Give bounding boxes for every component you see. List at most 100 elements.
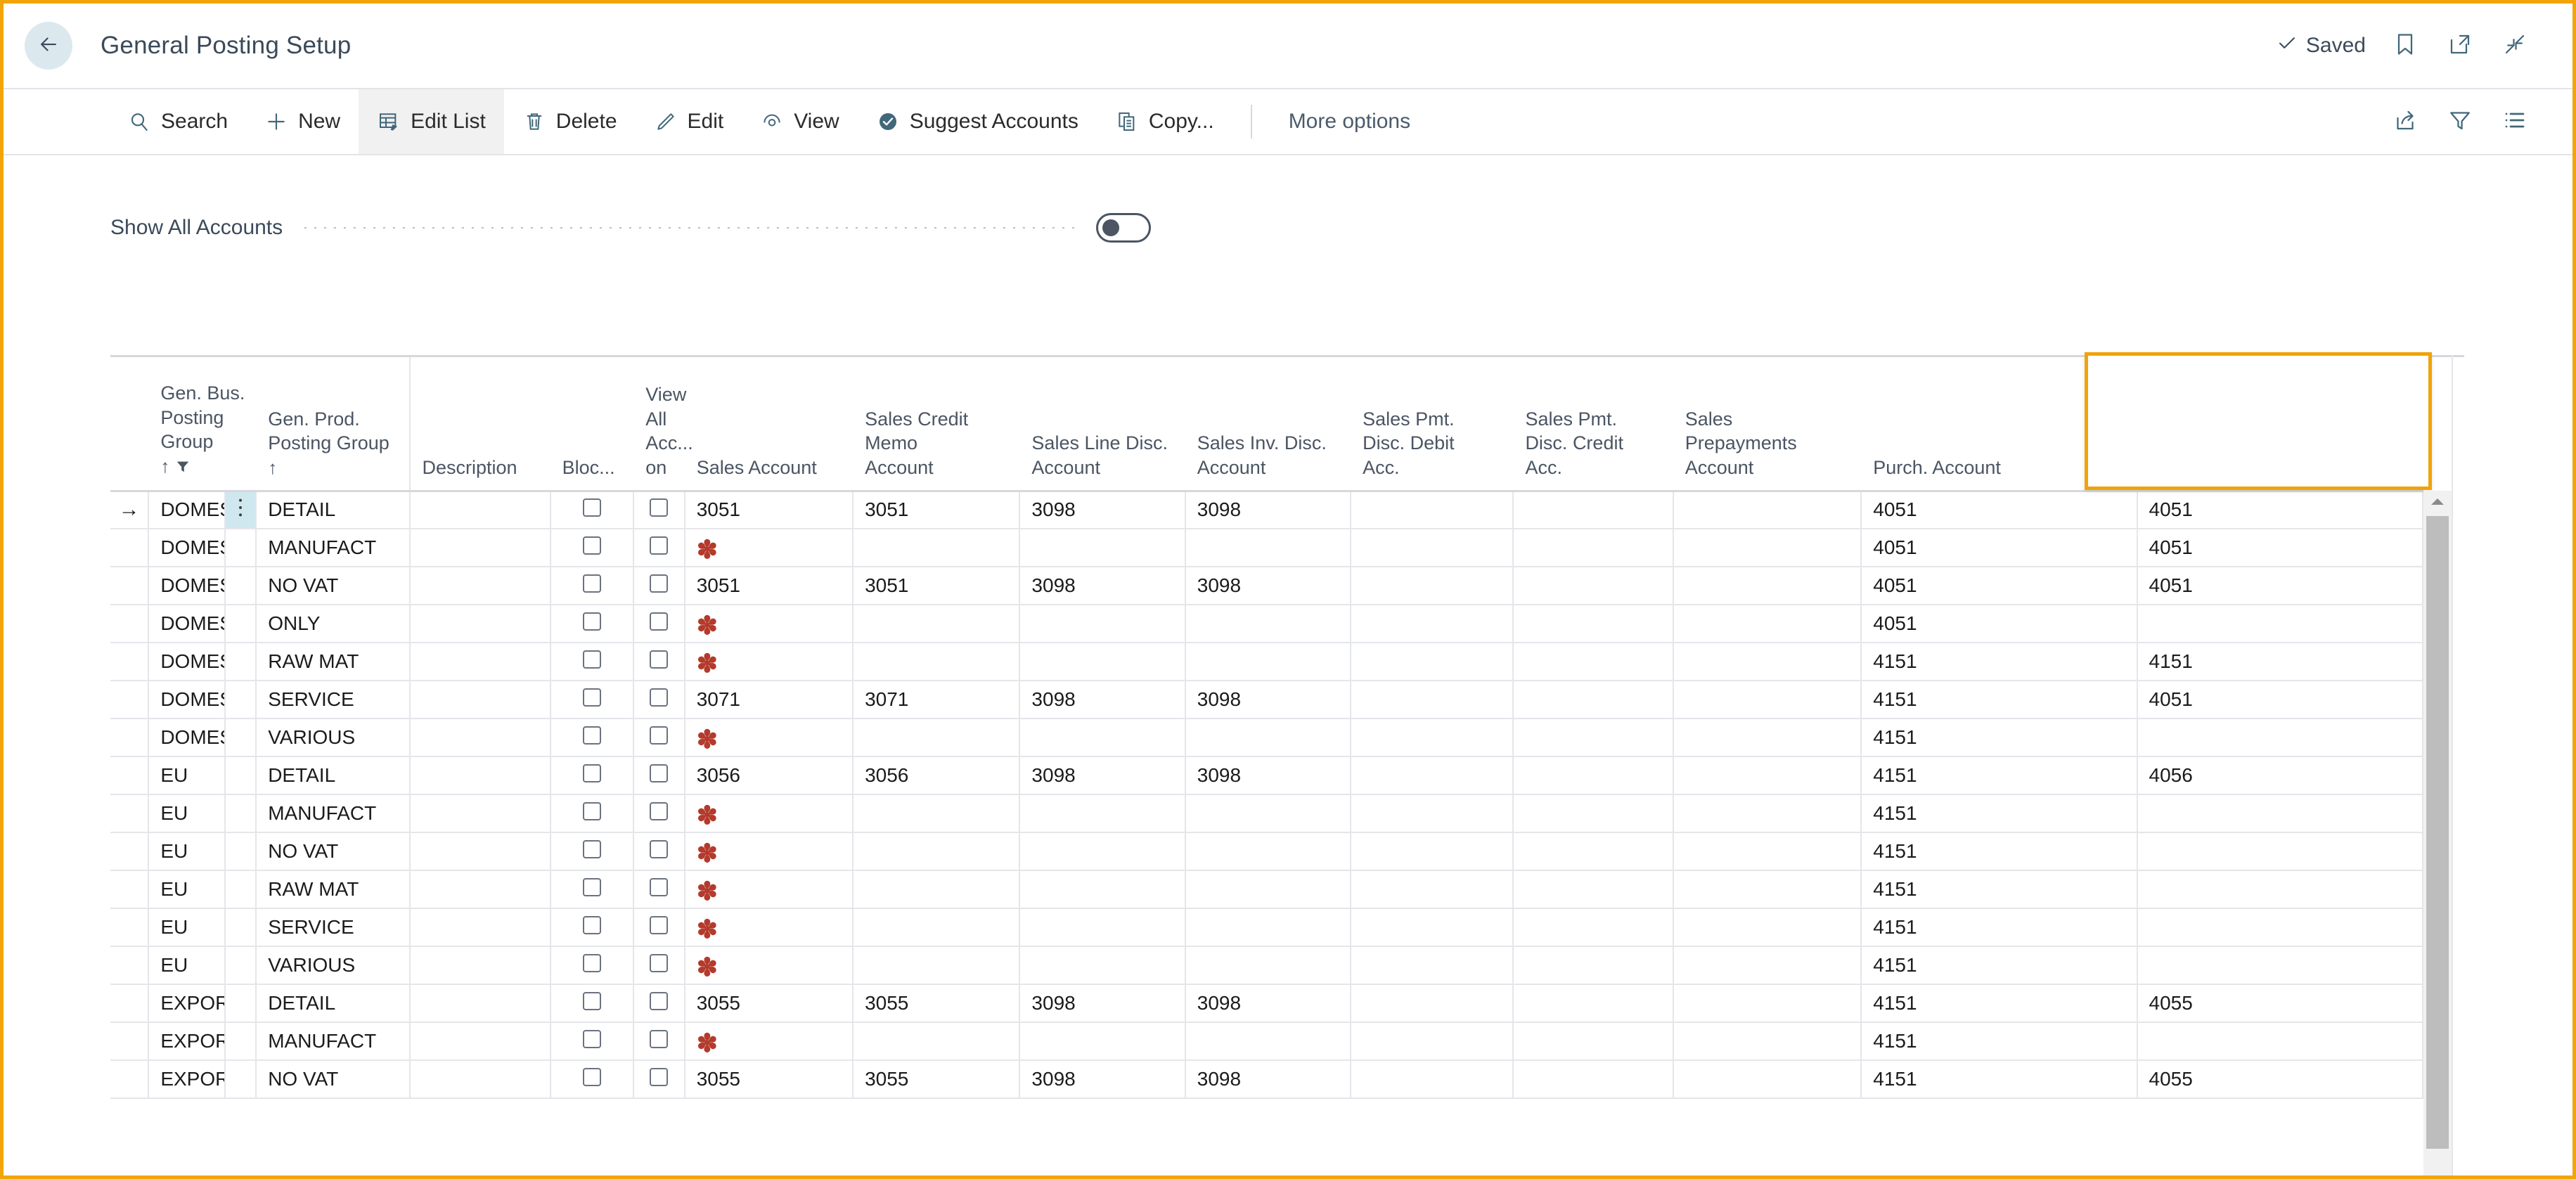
blocked-checkbox[interactable]: [582, 953, 601, 972]
cell-sales-line-disc-account[interactable]: [1019, 529, 1186, 567]
cell-view-all-accounts-on[interactable]: [633, 1022, 685, 1061]
cell-sales-pmt-disc-credit-acc[interactable]: [1513, 794, 1674, 833]
cell-sales-line-disc-account[interactable]: [1019, 946, 1186, 985]
cell-sales-inv-disc-account[interactable]: 3098: [1185, 491, 1352, 529]
cell-view-all-accounts-on[interactable]: [633, 832, 685, 871]
show-all-accounts-toggle[interactable]: [1096, 213, 1151, 243]
cell-sales-line-disc-account[interactable]: [1019, 1022, 1186, 1061]
cell-blocked[interactable]: [550, 946, 635, 985]
row-actions-cell[interactable]: [224, 1022, 257, 1061]
blocked-checkbox[interactable]: [582, 839, 601, 858]
cell-sales-pmt-disc-credit-acc[interactable]: [1513, 832, 1674, 871]
row-indicator-cell[interactable]: [110, 946, 150, 985]
cell-sales-inv-disc-account[interactable]: 3098: [1185, 984, 1352, 1023]
table-row[interactable]: →DOMESTICDETAIL305130513098309840514051: [110, 491, 2424, 529]
table-row[interactable]: EU MANUFACT ✽ 4151: [110, 794, 2424, 833]
cell-gen-bus-posting-group[interactable]: EXPORT: [148, 1060, 226, 1099]
row-indicator-cell[interactable]: [110, 908, 150, 947]
column-header-gen-prod-posting-group[interactable]: Gen. Prod. Posting Group ↑: [256, 357, 411, 492]
column-header-sales-account[interactable]: Sales Account: [684, 357, 854, 492]
blocked-checkbox[interactable]: [582, 915, 601, 934]
cell-purch-credit-memo-account[interactable]: 4055: [2137, 984, 2424, 1023]
cell-sales-account[interactable]: ✽: [684, 794, 854, 833]
cell-sales-credit-memo-account[interactable]: 3051: [853, 491, 1021, 529]
sort-ascending-icon[interactable]: ↑: [160, 456, 169, 477]
view-all-accounts-checkbox[interactable]: [650, 839, 669, 858]
table-row[interactable]: DOMESTIC MANUFACT ✽ 40514051: [110, 529, 2424, 567]
sort-ascending-icon[interactable]: ↑: [268, 457, 277, 478]
cell-gen-bus-posting-group[interactable]: DOMESTIC: [148, 529, 226, 567]
cell-blocked[interactable]: [550, 1022, 635, 1061]
cell-sales-inv-disc-account[interactable]: 3098: [1185, 756, 1352, 795]
cell-sales-credit-memo-account[interactable]: [853, 832, 1021, 871]
cell-sales-pmt-disc-credit-acc[interactable]: [1513, 946, 1674, 985]
cell-gen-prod-posting-group[interactable]: DETAIL: [256, 756, 411, 795]
cell-sales-line-disc-account[interactable]: 3098: [1019, 984, 1186, 1023]
blocked-checkbox[interactable]: [582, 877, 601, 896]
cell-sales-prepayments-account[interactable]: [1673, 1022, 1862, 1061]
view-all-accounts-checkbox[interactable]: [650, 877, 669, 896]
cell-sales-pmt-disc-debit-acc[interactable]: [1351, 794, 1514, 833]
column-header-sales-credit-memo-account[interactable]: Sales Credit Memo Account: [853, 357, 1020, 492]
cell-sales-line-disc-account[interactable]: [1019, 908, 1186, 947]
view-all-accounts-checkbox[interactable]: [650, 726, 669, 745]
cell-sales-line-disc-account[interactable]: [1019, 794, 1186, 833]
cell-view-all-accounts-on[interactable]: [633, 794, 685, 833]
blocked-checkbox[interactable]: [582, 612, 601, 631]
blocked-checkbox[interactable]: [582, 650, 601, 669]
cell-gen-bus-posting-group[interactable]: EU: [148, 832, 226, 871]
cell-blocked[interactable]: [550, 529, 635, 567]
cell-sales-line-disc-account[interactable]: [1019, 832, 1186, 871]
cell-sales-credit-memo-account[interactable]: [853, 908, 1021, 947]
cell-sales-line-disc-account[interactable]: [1019, 870, 1186, 909]
cell-view-all-accounts-on[interactable]: [633, 984, 685, 1023]
cell-gen-prod-posting-group[interactable]: DETAIL: [256, 491, 411, 529]
cell-purch-credit-memo-account[interactable]: [2137, 908, 2424, 947]
row-actions-cell[interactable]: [224, 756, 257, 795]
cell-purch-credit-memo-account[interactable]: [2137, 719, 2424, 757]
cell-sales-line-disc-account[interactable]: [1019, 605, 1186, 643]
cell-sales-line-disc-account[interactable]: 3098: [1019, 491, 1186, 529]
cell-description[interactable]: [410, 946, 551, 985]
cell-blocked[interactable]: [550, 984, 635, 1023]
blocked-checkbox[interactable]: [582, 1029, 601, 1048]
row-actions-cell[interactable]: [224, 984, 257, 1023]
edit-button[interactable]: Edit: [636, 89, 742, 154]
cell-sales-pmt-disc-debit-acc[interactable]: [1351, 605, 1514, 643]
cell-sales-account[interactable]: 3071: [684, 681, 854, 719]
cell-sales-account[interactable]: 3056: [684, 756, 854, 795]
cell-sales-pmt-disc-debit-acc[interactable]: [1351, 567, 1514, 605]
search-button[interactable]: Search: [109, 89, 246, 154]
filter-applied-icon[interactable]: [175, 456, 191, 480]
cell-sales-prepayments-account[interactable]: [1673, 719, 1862, 757]
cell-sales-pmt-disc-debit-acc[interactable]: [1351, 832, 1514, 871]
blocked-checkbox[interactable]: [582, 574, 601, 593]
row-indicator-cell[interactable]: [110, 605, 150, 643]
cell-purch-account[interactable]: 4151: [1861, 832, 2138, 871]
cell-purch-account[interactable]: 4151: [1861, 984, 2138, 1023]
cell-purch-account[interactable]: 4051: [1861, 605, 2138, 643]
cell-description[interactable]: [410, 1022, 551, 1061]
row-indicator-cell[interactable]: [110, 794, 150, 833]
view-all-accounts-checkbox[interactable]: [650, 1067, 669, 1086]
view-all-accounts-checkbox[interactable]: [650, 953, 669, 972]
table-row[interactable]: DOMESTICSERVICE307130713098309841514051: [110, 681, 2424, 719]
column-header-view-all-accounts-on[interactable]: View All Acc... on: [633, 357, 693, 492]
cell-purch-credit-memo-account[interactable]: [2137, 946, 2424, 985]
row-actions-cell[interactable]: [224, 946, 257, 985]
cell-blocked[interactable]: [550, 908, 635, 947]
cell-sales-pmt-disc-credit-acc[interactable]: [1513, 605, 1674, 643]
cell-sales-prepayments-account[interactable]: [1673, 605, 1862, 643]
cell-view-all-accounts-on[interactable]: [633, 681, 685, 719]
row-actions-cell[interactable]: [224, 567, 257, 605]
cell-gen-bus-posting-group[interactable]: EU: [148, 908, 226, 947]
cell-sales-inv-disc-account[interactable]: 3098: [1185, 567, 1352, 605]
cell-sales-pmt-disc-credit-acc[interactable]: [1513, 491, 1674, 529]
cell-sales-pmt-disc-debit-acc[interactable]: [1351, 1022, 1514, 1061]
cell-gen-bus-posting-group[interactable]: DOMESTIC: [148, 643, 226, 681]
cell-description[interactable]: [410, 681, 551, 719]
cell-sales-prepayments-account[interactable]: [1673, 832, 1862, 871]
cell-gen-prod-posting-group[interactable]: SERVICE: [256, 908, 411, 947]
cell-view-all-accounts-on[interactable]: [633, 529, 685, 567]
cell-blocked[interactable]: [550, 832, 635, 871]
